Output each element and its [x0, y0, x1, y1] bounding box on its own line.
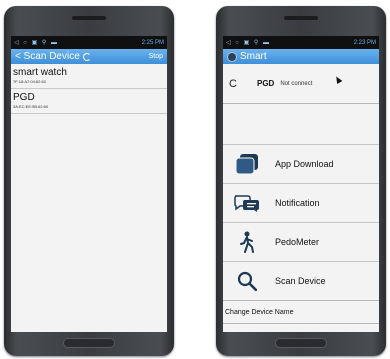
device-name: PGD — [13, 92, 35, 103]
device-list-item[interactable]: PGD 3A:EC:EE:5B:62:60 — [11, 89, 167, 114]
smart-appbar: Smart — [223, 49, 379, 64]
loading-spinner-icon — [82, 52, 91, 61]
app-logo-icon — [227, 51, 237, 62]
device-address: 3A:EC:EE:5B:62:60 — [13, 104, 49, 109]
search-icon — [237, 271, 257, 291]
device-address: 7F:18:A7:04:62:60 — [13, 79, 46, 84]
menu-item-scan-device[interactable]: Scan Device — [223, 261, 379, 300]
menu-item-pedometer[interactable]: PedoMeter — [223, 222, 379, 261]
connection-row: C PGD Not connect — [223, 64, 379, 104]
phone-speaker — [72, 16, 106, 20]
refresh-icon[interactable]: C — [229, 78, 257, 90]
notification-icons: ◁ ○ ▣ ⚲ ▬ — [14, 40, 59, 46]
phone-frame-right: ◁ ○ ▣ ⚲ ▬ 2:23 PM Smart C PGD Not connec… — [216, 6, 386, 356]
back-title[interactable]: < Scan Device — [15, 51, 80, 62]
menu-label: PedoMeter — [275, 237, 320, 247]
status-bar: ◁ ○ ▣ ⚲ ▬ 2:25 PM — [11, 36, 167, 49]
app-download-icon — [236, 154, 258, 174]
status-time: 2:23 PM — [353, 39, 376, 46]
device-name: smart watch — [13, 67, 67, 78]
stop-button[interactable]: Stop — [149, 53, 163, 60]
menu-item-notification[interactable]: Notification — [223, 183, 379, 222]
menu-label: Notification — [275, 198, 320, 208]
phone-speaker — [284, 16, 318, 20]
menu-label: Scan Device — [275, 276, 326, 286]
pedometer-icon — [240, 231, 254, 253]
notification-icons: ◁ ○ ▣ ⚲ ▬ — [226, 40, 271, 46]
device-list-item[interactable]: smart watch 7F:18:A7:04:62:60 — [11, 64, 167, 89]
status-bar: ◁ ○ ▣ ⚲ ▬ 2:23 PM — [223, 36, 379, 49]
scan-device-screen: ◁ ○ ▣ ⚲ ▬ 2:25 PM < Scan Device Stop sma… — [11, 36, 167, 332]
menu-item-app-download[interactable]: App Download — [223, 144, 379, 183]
mouse-cursor-icon — [333, 74, 343, 85]
scan-appbar: < Scan Device Stop — [11, 49, 167, 64]
status-time: 2:25 PM — [141, 39, 164, 46]
notification-icon — [234, 195, 259, 212]
change-device-name-button[interactable]: Change Device Name — [223, 300, 379, 324]
phone-frame-left: ◁ ○ ▣ ⚲ ▬ 2:25 PM < Scan Device Stop sma… — [4, 6, 174, 356]
connection-status: Not connect — [280, 80, 313, 87]
home-button[interactable] — [275, 338, 327, 348]
smart-main-screen: ◁ ○ ▣ ⚲ ▬ 2:23 PM Smart C PGD Not connec… — [223, 36, 379, 332]
menu-label: App Download — [275, 159, 334, 169]
home-button[interactable] — [63, 338, 115, 348]
app-title: Smart — [240, 51, 267, 62]
connected-device-name: PGD — [257, 79, 275, 88]
